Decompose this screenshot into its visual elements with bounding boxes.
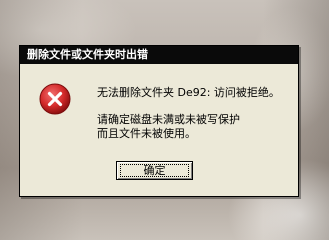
- dialog-title: 删除文件或文件夹时出错: [27, 48, 148, 61]
- error-icon: [39, 83, 71, 115]
- error-message-primary: 无法删除文件夹 De92: 访问被拒绝。: [97, 86, 280, 99]
- dialog-titlebar[interactable]: 删除文件或文件夹时出错: [20, 46, 298, 64]
- ok-button[interactable]: 确定: [116, 161, 193, 180]
- ok-button-label: 确定: [143, 163, 166, 177]
- error-dialog: 删除文件或文件夹时出错 无法删除文件夹 De92: 访问被拒绝。 请确定磁盘未满…: [19, 45, 299, 197]
- error-message-detail-line1: 请确定磁盘未满或未被写保护: [97, 113, 240, 126]
- error-message-detail-line2: 而且文件未被使用。: [97, 127, 196, 140]
